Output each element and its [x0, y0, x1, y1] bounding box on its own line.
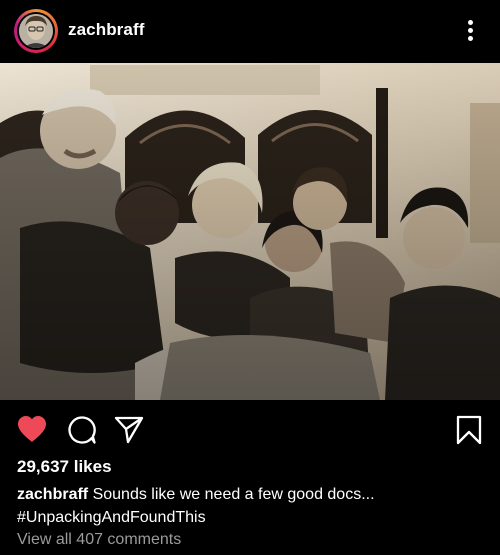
heart-filled-icon[interactable] [16, 415, 48, 448]
bookmark-icon[interactable] [455, 415, 483, 450]
like-count[interactable]: 29,637 likes [17, 457, 490, 477]
post-photo[interactable] [0, 63, 500, 400]
post-actions [0, 400, 500, 456]
avatar[interactable] [17, 12, 55, 50]
view-comments-link[interactable]: View all 407 comments [17, 531, 490, 549]
post-username[interactable]: zachbraff [68, 20, 144, 40]
photo-image [0, 63, 500, 400]
avatar-story-ring[interactable] [14, 9, 58, 53]
post-caption: zachbraff Sounds like we need a few good… [17, 483, 490, 529]
caption-hashtag[interactable]: #UnpackingAndFoundThis [17, 509, 206, 526]
caption-text: Sounds like we need a few good docs... [92, 486, 375, 503]
comment-icon[interactable] [67, 415, 97, 450]
post-header: zachbraff [0, 0, 500, 62]
avatar-image [19, 14, 53, 48]
send-icon[interactable] [114, 415, 144, 450]
more-vertical-icon[interactable] [460, 16, 482, 46]
caption-username[interactable]: zachbraff [17, 486, 88, 503]
